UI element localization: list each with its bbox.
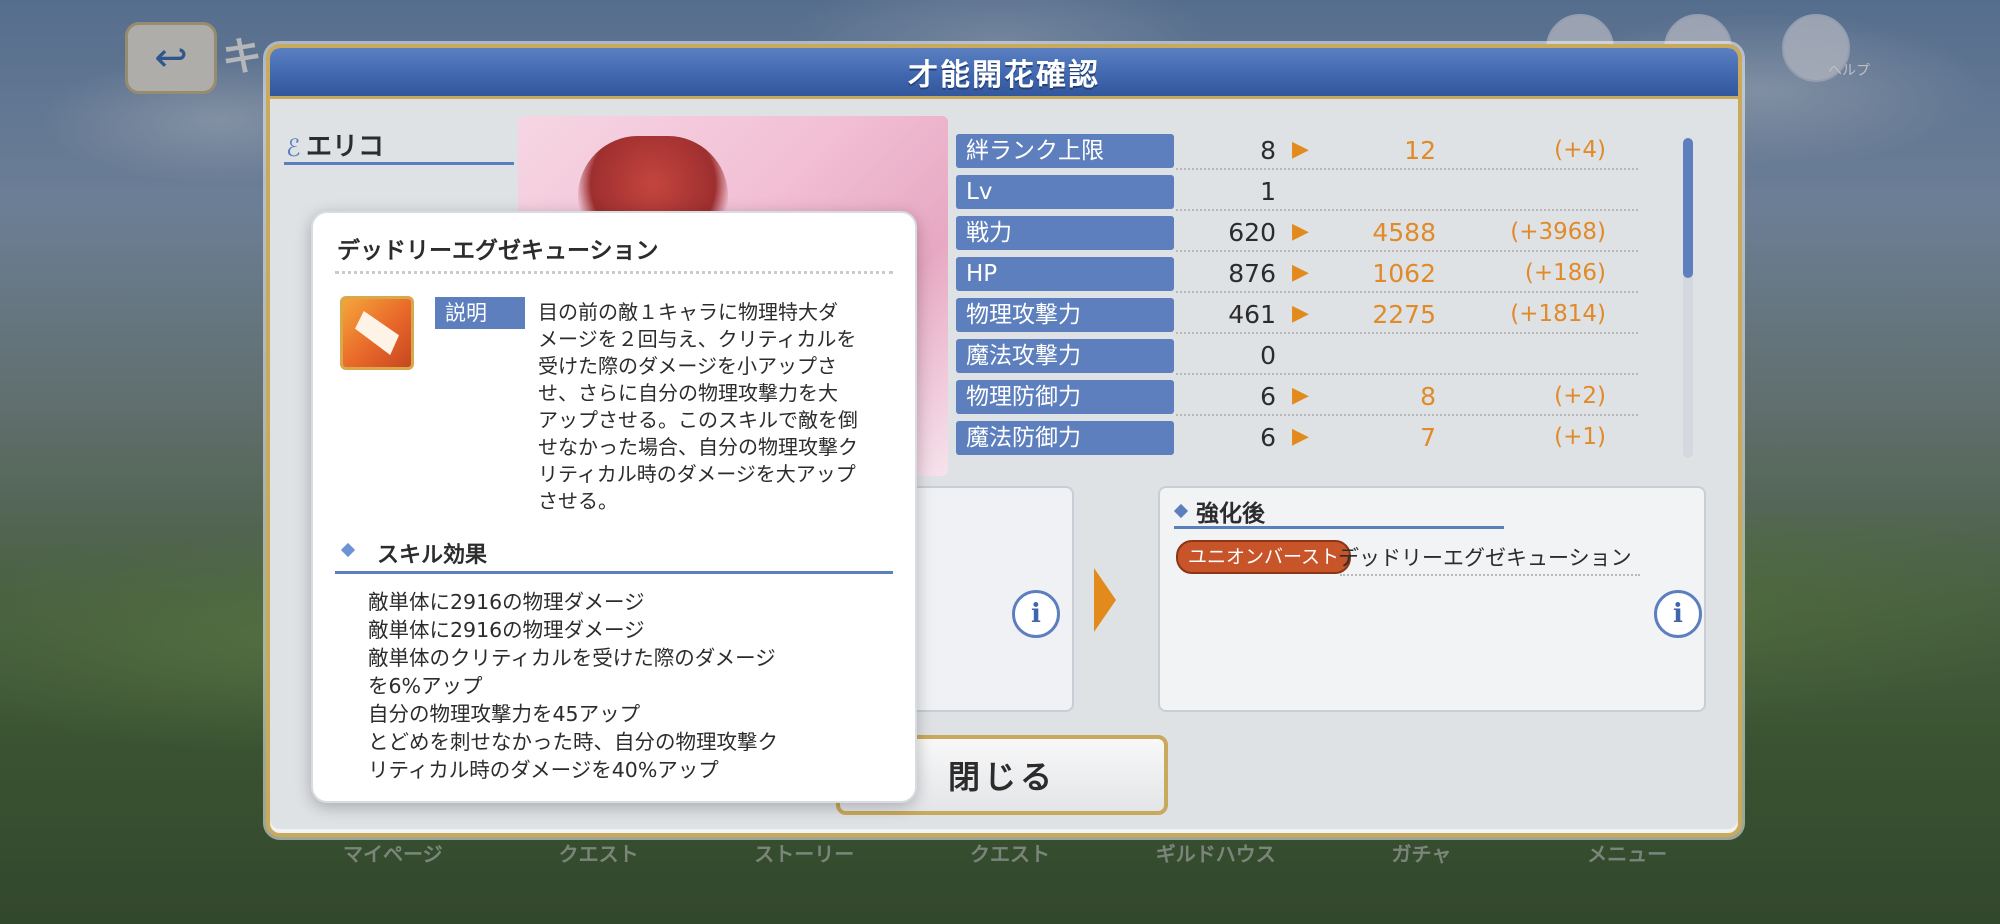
stat-new-value: 2275 [1372, 300, 1436, 329]
effect-line: 敵単体に2916の物理ダメージ [368, 618, 645, 642]
stat-diff-value: (+4) [1554, 137, 1606, 163]
stat-base-value: 6 [1260, 382, 1276, 411]
row-divider [1176, 250, 1638, 252]
stat-row: 戦力 620 ▶ 4588 (+3968) [956, 214, 1668, 252]
description-line: メージを２回与え、クリティカルを [538, 327, 857, 351]
description-line: アップさせる。このスキルで敵を倒 [538, 408, 858, 432]
description-line: せ、さらに自分の物理攻撃力を大 [538, 381, 838, 405]
ribbon-icon: ℰ [286, 134, 301, 162]
description-line: 目の前の敵１キャラに物理特大ダ [538, 300, 838, 324]
stat-base-value: 620 [1228, 218, 1276, 247]
stat-row: 魔法攻撃力 0 [956, 337, 1668, 375]
stat-diff-value: (+186) [1524, 260, 1606, 286]
stat-new-value: 8 [1420, 382, 1436, 411]
diamond-icon [340, 542, 356, 558]
row-divider [1176, 209, 1638, 211]
stat-base-value: 461 [1228, 300, 1276, 329]
character-name: エリコ [306, 132, 385, 162]
stat-row: 物理防御力 6 ▶ 8 (+2) [956, 378, 1668, 416]
arrow-right-icon [1094, 568, 1116, 632]
dialog-header: 才能開花確認 [270, 48, 1738, 99]
info-icon[interactable]: i [1012, 590, 1060, 638]
skill-after-name: デッドリーエグゼキューション [1338, 546, 1632, 570]
stat-base-value: 1 [1260, 177, 1276, 206]
title-divider [335, 271, 893, 274]
stat-base-value: 876 [1228, 259, 1276, 288]
stat-new-value: 7 [1420, 423, 1436, 452]
row-divider [1176, 168, 1638, 170]
skill-icon [340, 296, 414, 370]
arrow-right-icon: ▶ [1292, 260, 1309, 285]
stat-label: 戦力 [956, 216, 1174, 250]
stat-label: 魔法攻撃力 [956, 339, 1174, 373]
row-divider [1340, 574, 1640, 576]
stat-label: 物理防御力 [956, 380, 1174, 414]
stat-base-value: 6 [1260, 423, 1276, 452]
stat-new-value: 4588 [1372, 218, 1436, 247]
arrow-right-icon: ▶ [1292, 137, 1309, 162]
skill-detail-tooltip: デッドリーエグゼキューション 説明 目の前の敵１キャラに物理特大ダ メージを２回… [311, 211, 917, 803]
effect-line: を6%アップ [368, 674, 483, 698]
effect-line: 敵単体に2916の物理ダメージ [368, 590, 645, 614]
row-divider [1176, 291, 1638, 293]
skill-after-panel: 強化後 ユニオンバースト デッドリーエグゼキューション i [1158, 486, 1706, 712]
skill-effect-list: 敵単体に2916の物理ダメージ 敵単体に2916の物理ダメージ 敵単体のクリティ… [368, 588, 888, 784]
skill-after-header: 強化後 [1173, 494, 1504, 529]
tooltip-skill-name: デッドリーエグゼキューション [337, 238, 659, 264]
stat-diff-value: (+1814) [1510, 301, 1606, 327]
arrow-right-icon: ▶ [1292, 301, 1309, 326]
description-line: せなかった場合、自分の物理攻撃ク [538, 435, 858, 459]
stat-row: Lv 1 [956, 173, 1668, 211]
stat-row: 絆ランク上限 8 ▶ 12 (+4) [956, 132, 1668, 170]
dialog-title: 才能開花確認 [908, 58, 1100, 93]
character-name-header: ℰ エリコ [284, 126, 514, 165]
effect-line: とどめを刺せなかった時、自分の物理攻撃ク [368, 730, 778, 754]
description-line: 受けた際のダメージを小アップさ [538, 354, 837, 378]
effect-line: 敵単体のクリティカルを受けた際のダメージ [368, 646, 776, 670]
stat-diff-value: (+1) [1554, 424, 1606, 450]
stat-label: 絆ランク上限 [956, 134, 1174, 168]
scrollbar-thumb[interactable] [1683, 138, 1693, 278]
stat-row: HP 876 ▶ 1062 (+186) [956, 255, 1668, 293]
stat-row: 魔法防御力 6 ▶ 7 (+1) [956, 419, 1668, 457]
skill-effect-header: スキル効果 [335, 531, 893, 574]
stat-row: 物理攻撃力 461 ▶ 2275 (+1814) [956, 296, 1668, 334]
stat-base-value: 8 [1260, 136, 1276, 165]
arrow-right-icon: ▶ [1292, 219, 1309, 244]
description-badge: 説明 [435, 297, 525, 329]
effect-line: 自分の物理攻撃力を45アップ [368, 702, 641, 726]
union-burst-tag: ユニオンバースト [1176, 540, 1352, 574]
stat-diff-value: (+2) [1554, 383, 1606, 409]
stat-label: 物理攻撃力 [956, 298, 1174, 332]
info-icon[interactable]: i [1654, 590, 1702, 638]
skill-description: 目の前の敵１キャラに物理特大ダ メージを２回与え、クリティカルを 受けた際のダメ… [538, 299, 898, 515]
description-line: リティカル時のダメージを大アップ [538, 462, 856, 486]
stats-panel: 絆ランク上限 8 ▶ 12 (+4) Lv 1 戦力 620 ▶ 4588 (+… [956, 132, 1668, 472]
row-divider [1176, 414, 1638, 416]
close-button-label: 閉じる [947, 758, 1056, 796]
arrow-right-icon: ▶ [1292, 383, 1309, 408]
blade-icon [355, 311, 399, 355]
stat-label: Lv [956, 175, 1174, 209]
description-line: させる。 [538, 489, 618, 513]
stat-label: HP [956, 257, 1174, 291]
stats-scrollbar[interactable] [1683, 138, 1693, 458]
row-divider [1176, 332, 1638, 334]
stat-new-value: 1062 [1372, 259, 1436, 288]
stat-diff-value: (+3968) [1510, 219, 1606, 245]
stat-base-value: 0 [1260, 341, 1276, 370]
arrow-right-icon: ▶ [1292, 424, 1309, 449]
stat-new-value: 12 [1404, 136, 1436, 165]
skill-effect-title: スキル効果 [377, 543, 488, 568]
diamond-icon [1173, 503, 1189, 519]
row-divider [1176, 373, 1638, 375]
stat-label: 魔法防御力 [956, 421, 1174, 455]
skill-after-title: 強化後 [1196, 501, 1265, 527]
effect-line: リティカル時のダメージを40%アップ [368, 758, 719, 782]
